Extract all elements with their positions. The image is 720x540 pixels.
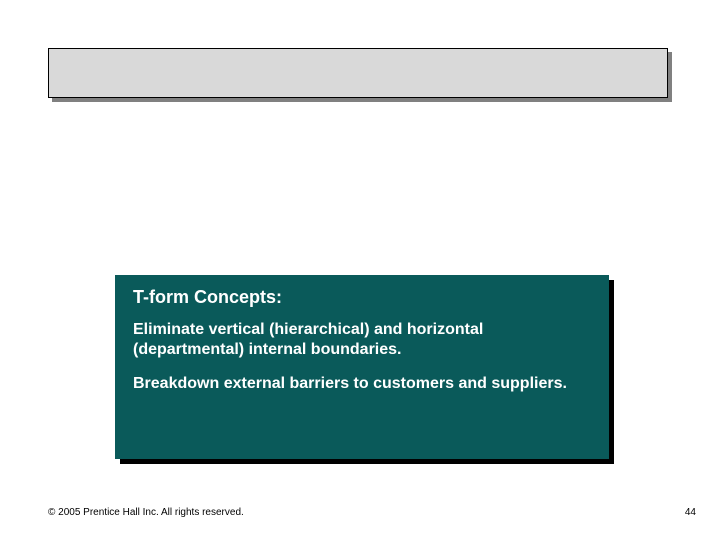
- concept-para-1: Eliminate vertical (hierarchical) and ho…: [133, 320, 591, 360]
- concept-box: T-form Concepts: Eliminate vertical (hie…: [115, 275, 609, 459]
- concept-para-2: Breakdown external barriers to customers…: [133, 374, 591, 394]
- footer-copyright: © 2005 Prentice Hall Inc. All rights res…: [48, 507, 244, 518]
- slide-number: 44: [685, 507, 696, 518]
- concept-heading: T-form Concepts:: [133, 287, 591, 308]
- title-bar: [48, 48, 668, 98]
